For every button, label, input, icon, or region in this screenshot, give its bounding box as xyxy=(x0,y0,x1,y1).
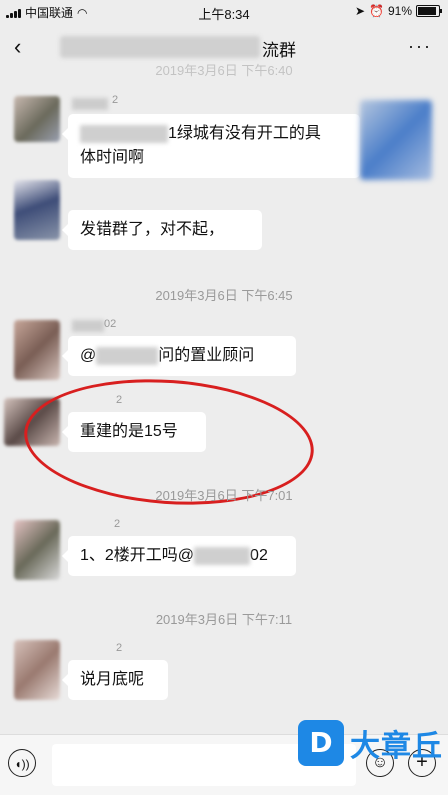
nickname-redacted xyxy=(72,320,104,332)
voice-icon[interactable]: ◖)) xyxy=(8,749,36,777)
message-text-suffix: 02 xyxy=(250,547,268,564)
watermark: D 大章丘 xyxy=(298,720,443,766)
nickname: 02 xyxy=(104,318,117,330)
nickname: 2 xyxy=(112,94,119,106)
message-text: 说月底呢 xyxy=(80,671,145,688)
nickname: 2 xyxy=(114,518,121,530)
watermark-text: 大章丘 xyxy=(350,730,443,763)
nickname: 2 xyxy=(116,642,123,654)
message-bubble[interactable]: 发错群了，对不起， xyxy=(62,210,262,250)
message-text: 1绿城有没有开工的具 xyxy=(168,125,321,142)
timestamp: 2019年3月6日 下午7:01 xyxy=(155,488,293,503)
nickname-redacted xyxy=(72,98,108,110)
message-text: 问的置业顾问 xyxy=(158,347,255,364)
redacted-text xyxy=(80,124,168,143)
chat-title: 流群 xyxy=(262,41,296,60)
message-bubble[interactable]: @ 问的置业顾问 xyxy=(62,336,296,376)
avatar[interactable] xyxy=(14,180,60,240)
timestamp-top: 2019年3月6日 下午6:40 xyxy=(155,63,293,78)
watermark-logo-icon: D xyxy=(298,720,344,766)
avatar[interactable] xyxy=(14,640,60,700)
battery-icon xyxy=(416,5,442,17)
timestamp: 2019年3月6日 下午6:45 xyxy=(155,288,293,303)
status-bar: 中国联通 ◠ 上午8:34 ➤ ⏰ 91% xyxy=(0,0,448,24)
back-icon[interactable]: ‹ xyxy=(14,34,21,60)
alarm-icon: ⏰ xyxy=(369,4,384,18)
avatar[interactable] xyxy=(14,96,60,142)
timestamp: 2019年3月6日 下午7:11 xyxy=(155,612,293,627)
pixelated-image xyxy=(360,100,432,180)
avatar[interactable] xyxy=(14,520,60,580)
avatar[interactable] xyxy=(14,320,60,380)
message-text-line2: 体时间啊 xyxy=(80,149,145,166)
title-redacted xyxy=(60,36,260,58)
message-text: 1、2楼开工吗@ xyxy=(80,547,195,564)
redacted-mention xyxy=(194,546,251,565)
redacted-mention xyxy=(96,346,159,365)
message-bubble[interactable]: 说月底呢 xyxy=(62,660,168,700)
message-bubble[interactable]: 1绿城有没有开工的具 体时间啊 xyxy=(62,114,360,178)
location-icon: ➤ xyxy=(354,4,366,18)
more-icon[interactable]: ··· xyxy=(408,36,432,57)
mention-at: @ xyxy=(80,347,97,364)
battery-percent: 91% xyxy=(387,4,412,18)
message-bubble[interactable]: 1、2楼开工吗@ 02 xyxy=(62,536,296,576)
message-text: 发错群了，对不起， xyxy=(80,221,225,238)
